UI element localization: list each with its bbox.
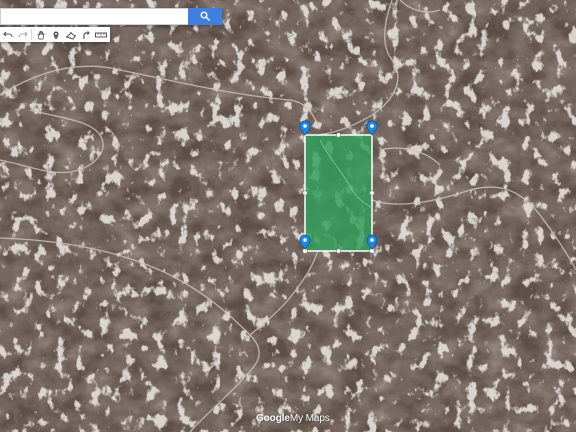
marker-icon — [51, 30, 61, 40]
vertex-bottom-mid[interactable] — [335, 248, 341, 254]
draw-line-button[interactable] — [63, 27, 78, 42]
undo-icon — [2, 30, 13, 40]
add-marker-button[interactable] — [48, 27, 63, 42]
search-input[interactable] — [0, 8, 188, 25]
search-button[interactable] — [188, 8, 222, 25]
redo-icon — [17, 30, 28, 40]
vertex-left-mid[interactable] — [302, 190, 308, 196]
satellite-map[interactable] — [0, 0, 576, 432]
ruler-icon — [94, 30, 107, 40]
undo-button[interactable] — [0, 27, 15, 42]
draw-line-icon — [65, 30, 76, 40]
terrain-highlights — [0, 0, 576, 432]
search-icon — [200, 9, 210, 24]
vertex-right-mid[interactable] — [369, 190, 375, 196]
attribution-product: My Maps — [289, 413, 330, 424]
redo-button[interactable] — [15, 27, 30, 42]
map-toolbar — [0, 27, 110, 42]
pan-tool-button[interactable] — [33, 27, 48, 42]
search-bar — [0, 8, 222, 25]
route-icon — [81, 30, 91, 40]
property-polygon[interactable] — [302, 132, 375, 254]
vertex-top-mid[interactable] — [335, 132, 341, 138]
measure-button[interactable] — [93, 27, 108, 42]
add-directions-button[interactable] — [78, 27, 93, 42]
hand-pan-icon — [36, 30, 46, 40]
map-attribution: GoogleMy Maps — [256, 413, 330, 424]
attribution-brand: Google — [256, 413, 290, 424]
polygon-fill[interactable] — [304, 134, 373, 252]
toolbar-divider — [31, 29, 32, 40]
